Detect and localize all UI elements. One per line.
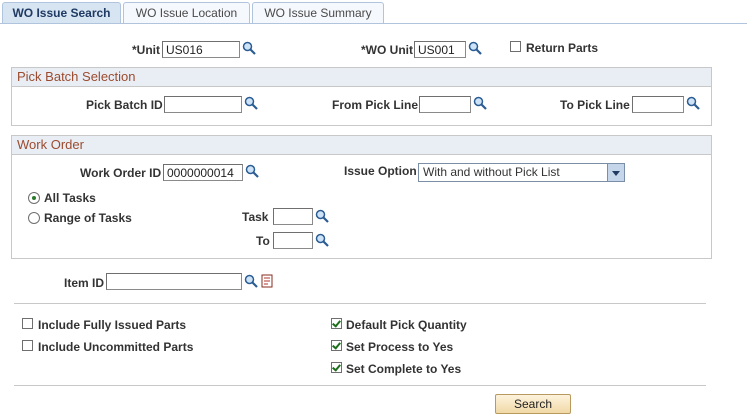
item-detail-icon[interactable] bbox=[260, 274, 274, 288]
return-parts-label: Return Parts bbox=[526, 41, 599, 55]
work-order-id-label: Work Order ID bbox=[80, 166, 162, 180]
pick-batch-id-field[interactable] bbox=[164, 96, 242, 113]
work-order-id-field[interactable]: 0000000014 bbox=[163, 164, 243, 181]
issue-option-value: With and without Pick List bbox=[423, 165, 560, 179]
include-uncommitted-label: Include Uncommitted Parts bbox=[38, 340, 194, 354]
unit-field[interactable]: US016 bbox=[162, 41, 240, 58]
to-task-label: To bbox=[256, 234, 270, 248]
wo-unit-label: *WO Unit bbox=[361, 43, 413, 57]
return-parts-checkbox[interactable] bbox=[510, 41, 521, 52]
pick-batch-section: Pick Batch Selection bbox=[11, 67, 712, 126]
include-uncommitted-checkbox[interactable] bbox=[22, 340, 33, 351]
to-task-lookup-icon[interactable] bbox=[315, 233, 329, 247]
pick-batch-lookup-icon[interactable] bbox=[244, 96, 258, 110]
work-order-section-title: Work Order bbox=[12, 136, 711, 155]
tab-wo-issue-location[interactable]: WO Issue Location bbox=[123, 2, 250, 23]
item-id-label: Item ID bbox=[64, 276, 105, 290]
search-button[interactable]: Search bbox=[495, 394, 571, 414]
to-task-field[interactable] bbox=[273, 232, 313, 249]
range-of-tasks-label: Range of Tasks bbox=[44, 211, 132, 225]
wo-unit-field[interactable]: US001 bbox=[414, 41, 466, 58]
divider-bottom bbox=[14, 385, 706, 386]
set-complete-checkbox[interactable] bbox=[331, 362, 342, 373]
to-pick-line-field[interactable] bbox=[632, 96, 684, 113]
work-order-lookup-icon[interactable] bbox=[245, 164, 259, 178]
default-pick-quantity-checkbox[interactable] bbox=[331, 318, 342, 329]
wo-unit-lookup-icon[interactable] bbox=[468, 41, 482, 55]
to-pick-line-label: To Pick Line bbox=[560, 98, 630, 112]
set-complete-label: Set Complete to Yes bbox=[346, 362, 462, 376]
set-process-checkbox[interactable] bbox=[331, 340, 342, 351]
set-process-label: Set Process to Yes bbox=[346, 340, 454, 354]
task-lookup-icon[interactable] bbox=[315, 209, 329, 223]
issue-option-select[interactable]: With and without Pick List bbox=[418, 163, 625, 182]
chevron-down-icon[interactable] bbox=[607, 164, 624, 181]
from-pick-line-field[interactable] bbox=[419, 96, 471, 113]
all-tasks-radio[interactable] bbox=[28, 192, 40, 204]
from-pick-line-label: From Pick Line bbox=[332, 98, 419, 112]
to-pick-line-lookup-icon[interactable] bbox=[686, 96, 700, 110]
item-id-field[interactable] bbox=[106, 273, 242, 290]
issue-option-label: Issue Option bbox=[344, 164, 417, 178]
tab-underline bbox=[0, 23, 747, 24]
from-pick-line-lookup-icon[interactable] bbox=[473, 96, 487, 110]
task-label: Task bbox=[242, 210, 269, 224]
pick-batch-section-title: Pick Batch Selection bbox=[12, 68, 711, 87]
tab-wo-issue-search[interactable]: WO Issue Search bbox=[2, 2, 121, 24]
include-fully-issued-checkbox[interactable] bbox=[22, 318, 33, 329]
item-id-lookup-icon[interactable] bbox=[244, 274, 258, 288]
unit-lookup-icon[interactable] bbox=[242, 41, 256, 55]
pick-batch-id-label: Pick Batch ID bbox=[86, 98, 163, 112]
divider-top bbox=[14, 303, 706, 304]
range-of-tasks-radio[interactable] bbox=[28, 212, 40, 224]
tab-wo-issue-summary[interactable]: WO Issue Summary bbox=[252, 2, 384, 23]
default-pick-quantity-label: Default Pick Quantity bbox=[346, 318, 467, 332]
work-order-section: Work Order bbox=[11, 135, 712, 259]
unit-label: *Unit bbox=[132, 43, 160, 57]
all-tasks-label: All Tasks bbox=[44, 191, 96, 205]
include-fully-issued-label: Include Fully Issued Parts bbox=[38, 318, 187, 332]
task-field[interactable] bbox=[273, 208, 313, 225]
